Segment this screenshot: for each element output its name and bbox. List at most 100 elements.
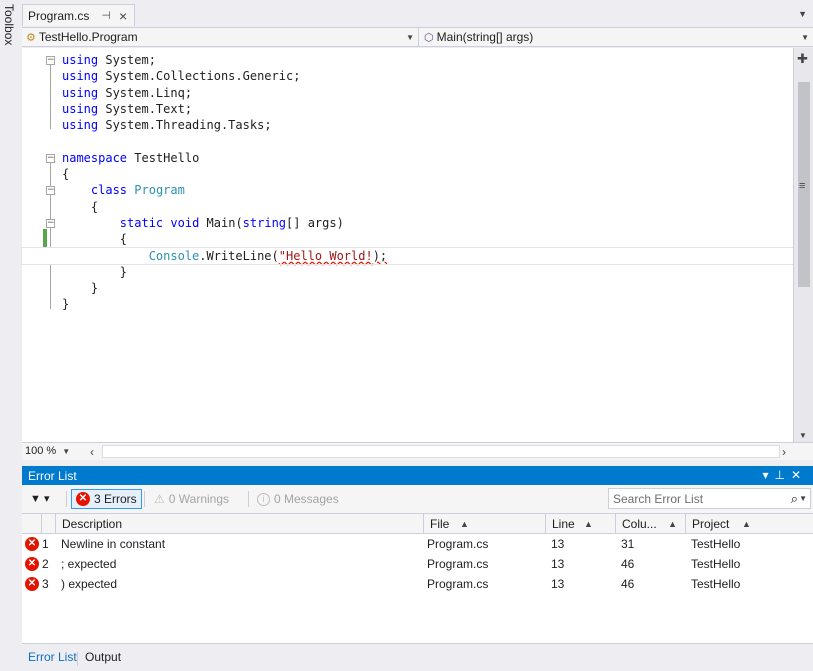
horizontal-scrollbar[interactable] (102, 445, 780, 458)
chevron-down-icon[interactable]: ▼ (801, 33, 809, 42)
chevron-right-icon[interactable]: › (782, 445, 786, 459)
collapse-icon[interactable]: − (46, 218, 55, 228)
zoom-level: 100 % (25, 445, 57, 457)
search-placeholder: Search Error List (613, 491, 704, 506)
scroll-marker-icon: ≡ (799, 180, 806, 192)
error-list-grid: Description File ▲ Line ▲ Colu... ▲ Project… (22, 513, 813, 643)
error-squiggle: "Hello World! (278, 248, 373, 263)
tab-output[interactable]: Output (85, 650, 121, 664)
code-line: using System.Threading.Tasks; (62, 118, 272, 133)
row-file: Program.cs (427, 577, 489, 591)
close-icon[interactable]: ✕ (791, 468, 807, 482)
close-icon[interactable]: × (119, 9, 127, 23)
toolbox-strip: Toolbox (0, 0, 22, 671)
header-description[interactable]: Description (56, 514, 424, 534)
row-project: TestHello (691, 537, 741, 551)
divider (144, 491, 145, 507)
row-number: 2 (42, 557, 49, 571)
warnings-filter-button[interactable]: ⚠ 0 Warnings (150, 489, 233, 509)
chevron-down-icon[interactable]: ▼ (62, 447, 70, 456)
row-line: 13 (551, 577, 565, 591)
errors-filter-button[interactable]: ✕ 3 Errors (71, 489, 142, 509)
tab-program-cs[interactable]: Program.cs ⊣ × (22, 4, 135, 26)
search-error-list-input[interactable]: Search Error List ⌕ ▼ (608, 488, 811, 509)
split-window-icon[interactable]: ✚ (797, 51, 808, 67)
divider (248, 491, 249, 507)
messages-filter-label: 0 Messages (274, 492, 339, 506)
method-icon: ⬡ (424, 31, 434, 44)
row-project: TestHello (691, 557, 741, 571)
code-lines: − using System; using System.Collections.… (21, 52, 794, 313)
code-line: using System.Text; (62, 101, 193, 116)
error-icon: ✕ (25, 577, 39, 591)
code-line: using System.Collections.Generic; (62, 69, 301, 84)
row-column: 46 (621, 577, 635, 591)
error-icon: ✕ (76, 492, 90, 506)
collapse-icon[interactable]: − (46, 56, 55, 65)
code-line: − namespace TestHello (46, 150, 200, 165)
header-file[interactable]: File ▲ (424, 514, 546, 534)
class-icon: ⚙ (26, 31, 36, 44)
table-row[interactable]: ✕ 1 Newline in constant Program.cs 13 31… (22, 534, 813, 554)
code-line: { (119, 232, 128, 247)
chevron-down-icon[interactable]: ▾ (762, 468, 774, 482)
error-list-title-bar: Error List ▾⊥✕ (22, 466, 813, 485)
code-line: { (90, 199, 99, 214)
code-line: − static void Main(string[] args) (46, 215, 344, 230)
toolbox-tab[interactable]: Toolbox (2, 4, 16, 45)
grid-header: Description File ▲ Line ▲ Colu... ▲ Project… (22, 513, 813, 534)
error-icon: ✕ (25, 557, 39, 571)
filter-icon[interactable]: ▼ ▾ (30, 492, 49, 505)
row-column: 31 (621, 537, 635, 551)
navigation-bar: ⚙ TestHello.Program ▼ ⬡ Main(string[] ar… (22, 27, 813, 47)
row-column: 46 (621, 557, 635, 571)
row-file: Program.cs (427, 537, 489, 551)
info-icon: i (257, 492, 270, 506)
table-row[interactable]: ✕ 2 ; expected Program.cs 13 46 TestHell… (22, 554, 813, 574)
collapse-icon[interactable]: − (46, 153, 55, 163)
row-description: Newline in constant (61, 537, 166, 551)
row-description: ; expected (61, 557, 117, 571)
type-selector-label: TestHello.Program (38, 30, 138, 44)
code-line: } (62, 297, 70, 312)
editor-bottom-bar: 100 % ▼ ‹ › (22, 442, 813, 460)
header-line[interactable]: Line ▲ (546, 514, 616, 534)
code-line: { (62, 167, 70, 182)
row-line: 13 (551, 557, 565, 571)
error-squiggle: ); (372, 248, 388, 263)
chevron-down-icon[interactable]: ▼ (798, 9, 807, 19)
member-selector-label: Main(string[] args) (436, 30, 534, 44)
sort-up-icon: ▲ (668, 519, 677, 529)
tab-error-list[interactable]: Error List (28, 650, 77, 664)
header-project[interactable]: Project ▲ (686, 514, 813, 534)
panel-controls: ▾⊥✕ (762, 468, 807, 482)
code-line: − class Program (46, 183, 185, 198)
sort-up-icon: ▲ (742, 519, 751, 529)
error-list-toolbar: ▼ ▾ ✕ 3 Errors ⚠ 0 Warnings i 0 Messages… (22, 485, 813, 513)
zoom-selector[interactable]: 100 % ▼ (25, 445, 70, 457)
search-icon[interactable]: ⌕ (791, 491, 798, 507)
type-selector[interactable]: ⚙ TestHello.Program ▼ (22, 28, 419, 46)
chevron-down-icon[interactable]: ▼ (406, 33, 414, 42)
code-editor[interactable]: − using System; using System.Collections.… (21, 48, 794, 442)
chevron-down-icon[interactable]: ▼ (799, 494, 807, 503)
vertical-scrollbar[interactable]: ✚ ≡ ▼ (793, 48, 813, 442)
warnings-filter-label: 0 Warnings (168, 492, 230, 506)
code-line: − using System; (46, 53, 156, 67)
row-project: TestHello (691, 577, 741, 591)
row-number: 1 (42, 537, 49, 551)
collapse-icon[interactable]: − (46, 186, 55, 196)
chevron-left-icon[interactable]: ‹ (90, 445, 94, 459)
bottom-tab-strip: Error List Output (22, 643, 813, 671)
messages-filter-button[interactable]: i 0 Messages (253, 489, 343, 509)
header-column[interactable]: Colu... ▲ (616, 514, 686, 534)
chevron-down-icon[interactable]: ▼ (799, 431, 807, 440)
row-line: 13 (551, 537, 565, 551)
pin-icon[interactable]: ⊥ (774, 468, 790, 482)
pin-icon[interactable]: ⊣ (101, 9, 111, 22)
member-selector[interactable]: ⬡ Main(string[] args) ▼ (420, 28, 813, 46)
table-row[interactable]: ✕ 3 ) expected Program.cs 13 46 TestHell… (22, 574, 813, 594)
error-icon: ✕ (25, 537, 39, 551)
header-icon-column (22, 514, 42, 534)
